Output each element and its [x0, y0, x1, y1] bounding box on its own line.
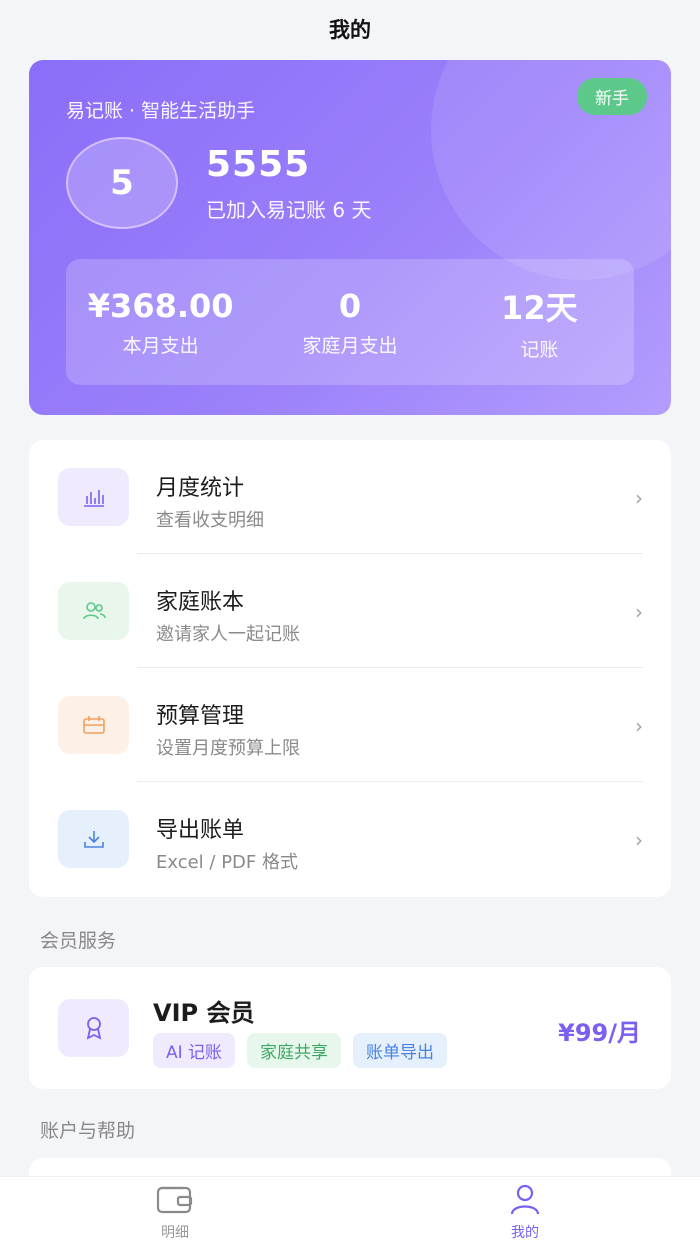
profile-card: 易记账 · 智能生活助手 新手 5 5555 已加入易记账 6 天 ¥368.0…: [29, 60, 671, 415]
vip-tags: AI 记账 家庭共享 账单导出: [153, 1033, 448, 1068]
page-title: 我的: [329, 18, 371, 42]
section-label-account: 账户与帮助: [40, 1120, 136, 1142]
stats-panel: ¥368.00 本月支出 0 家庭月支出 12天 记账: [66, 259, 634, 385]
stat-label: 本月支出: [122, 334, 199, 357]
stat-family-expense: 0 家庭月支出: [255, 259, 444, 385]
level-badge: 新手: [577, 78, 647, 115]
users-icon: [58, 582, 129, 640]
menu-item-family-book[interactable]: 家庭账本 邀请家人一起记账 ›: [29, 554, 671, 668]
calendar-icon: [58, 696, 129, 754]
tab-bar: 明细 我的: [0, 1176, 700, 1244]
menu-item-monthly-stats[interactable]: 月度统计 查看收支明细 ›: [29, 440, 671, 554]
menu-desc: 邀请家人一起记账: [156, 624, 300, 645]
chevron-right-icon: ›: [635, 486, 643, 510]
menu-item-budget[interactable]: 预算管理 设置月度预算上限 ›: [29, 668, 671, 782]
tab-label: 明细: [161, 1225, 189, 1241]
vip-price: ¥99/月: [558, 1019, 641, 1047]
tag-family: 家庭共享: [247, 1033, 342, 1068]
tag-export: 账单导出: [353, 1033, 448, 1068]
app-tagline: 易记账 · 智能生活助手: [66, 100, 256, 122]
menu-title: 月度统计: [156, 476, 245, 501]
chevron-right-icon: ›: [635, 714, 643, 738]
tab-details[interactable]: 明细: [0, 1177, 350, 1244]
menu-title: 家庭账本: [156, 590, 245, 615]
wallet-icon: [155, 1183, 195, 1219]
user-icon: [507, 1183, 543, 1219]
chevron-right-icon: ›: [635, 828, 643, 852]
feature-menu: 月度统计 查看收支明细 › 家庭账本 邀请家人一起记账 › 预算管理 设置月度预…: [29, 440, 671, 897]
stat-label: 家庭月支出: [302, 334, 398, 357]
chevron-right-icon: ›: [635, 600, 643, 624]
joined-days: 已加入易记账 6 天: [206, 198, 372, 222]
profile-page: 我的 易记账 · 智能生活助手 新手 5 5555 已加入易记账 6 天 ¥36…: [0, 0, 700, 1244]
menu-title: 导出账单: [156, 818, 245, 843]
tab-label: 我的: [511, 1225, 539, 1241]
award-icon: [58, 999, 129, 1057]
menu-desc: Excel / PDF 格式: [156, 852, 298, 873]
vip-title: VIP 会员: [153, 999, 255, 1027]
tab-mine[interactable]: 我的: [350, 1177, 700, 1244]
vip-card[interactable]: VIP 会员 AI 记账 家庭共享 账单导出 ¥99/月: [29, 967, 671, 1089]
username: 5555: [206, 144, 311, 185]
stat-value: 12天: [501, 288, 578, 327]
stat-label: 记账: [520, 338, 559, 361]
menu-title: 预算管理: [156, 704, 245, 729]
menu-desc: 设置月度预算上限: [156, 738, 300, 759]
stat-monthly-expense: ¥368.00 本月支出: [66, 259, 255, 385]
bar-chart-icon: [58, 468, 129, 526]
stat-value: 0: [338, 286, 362, 325]
menu-item-export[interactable]: 导出账单 Excel / PDF 格式 ›: [29, 782, 671, 896]
tag-ai: AI 记账: [153, 1033, 236, 1068]
stat-value: ¥368.00: [87, 286, 234, 325]
menu-desc: 查看收支明细: [156, 510, 264, 531]
download-icon: [58, 810, 129, 868]
section-label-membership: 会员服务: [40, 930, 117, 952]
stat-record-days: 12天 记账: [445, 259, 634, 385]
avatar[interactable]: 5: [66, 137, 178, 229]
